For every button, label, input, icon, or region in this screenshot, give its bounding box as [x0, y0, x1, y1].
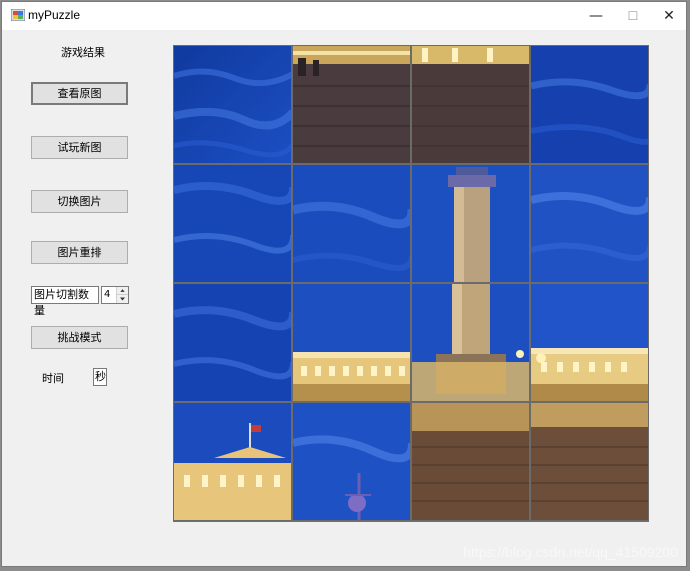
sky-tile-image	[174, 284, 291, 401]
minimize-button[interactable]: —	[577, 2, 615, 30]
chevron-down-icon[interactable]	[117, 295, 128, 303]
sky-tile-image	[174, 165, 291, 282]
puzzle-tile[interactable]	[530, 402, 649, 521]
plaza-tile-image	[412, 46, 529, 163]
palace-tile-image	[293, 284, 410, 401]
app-window: myPuzzle — ☐ ✕ 游戏结果 查看原图 试玩新图 切换图片 图片重排 …	[1, 1, 687, 567]
close-button[interactable]: ✕	[650, 2, 688, 30]
puzzle-tile[interactable]	[173, 283, 292, 402]
window-title: myPuzzle	[28, 8, 81, 22]
sky-tile-image	[174, 46, 291, 163]
sky-tile-image	[293, 165, 410, 282]
puzzle-tile[interactable]	[173, 45, 292, 164]
plaza-tile-image	[293, 46, 410, 163]
title-bar: myPuzzle — ☐ ✕	[2, 2, 686, 30]
puzzle-tile[interactable]	[292, 283, 411, 402]
sky-tile-image	[531, 165, 648, 282]
game-result-label: 游戏结果	[61, 46, 105, 59]
puzzle-tile[interactable]	[173, 164, 292, 283]
maximize-button[interactable]: ☐	[614, 2, 652, 30]
puzzle-tile[interactable]	[173, 402, 292, 521]
client-area: 游戏结果 查看原图 试玩新图 切换图片 图片重排 图片切割数量 4 挑战模式 时…	[2, 30, 686, 566]
puzzle-tile[interactable]	[411, 402, 530, 521]
cobblestone-tile-image	[412, 403, 529, 520]
split-count-label: 图片切割数量	[31, 286, 99, 317]
palace-tile-image	[174, 403, 291, 520]
app-icon	[11, 9, 25, 21]
puzzle-tile[interactable]	[292, 45, 411, 164]
puzzle-tile[interactable]	[411, 45, 530, 164]
reshuffle-button[interactable]: 图片重排	[31, 241, 128, 264]
puzzle-board	[173, 45, 649, 522]
puzzle-tile[interactable]	[530, 283, 649, 402]
puzzle-tile[interactable]	[411, 283, 530, 402]
statue-tile-image	[293, 403, 410, 520]
switch-image-button[interactable]: 切换图片	[31, 190, 128, 213]
column-tile-image	[412, 165, 529, 282]
chevron-up-icon[interactable]	[117, 287, 128, 295]
challenge-mode-button[interactable]: 挑战模式	[31, 326, 128, 349]
split-count-value: 4	[104, 289, 111, 300]
split-count-stepper[interactable]: 4	[101, 286, 129, 304]
puzzle-tile[interactable]	[530, 164, 649, 283]
cobblestone-tile-image	[531, 403, 648, 520]
time-display: 秒	[93, 368, 107, 386]
try-new-button[interactable]: 试玩新图	[31, 136, 128, 159]
palace-tile-image	[531, 284, 648, 401]
puzzle-tile[interactable]	[411, 164, 530, 283]
puzzle-tile[interactable]	[292, 164, 411, 283]
puzzle-tile[interactable]	[530, 45, 649, 164]
watermark-text: https://blog.csdn.net/qq_41509200	[463, 544, 678, 560]
column-base-tile-image	[412, 284, 529, 401]
time-label: 时间	[42, 372, 64, 385]
stepper-buttons	[116, 287, 128, 303]
sky-tile-image	[531, 46, 648, 163]
puzzle-tile[interactable]	[292, 402, 411, 521]
view-original-button[interactable]: 查看原图	[31, 82, 128, 105]
